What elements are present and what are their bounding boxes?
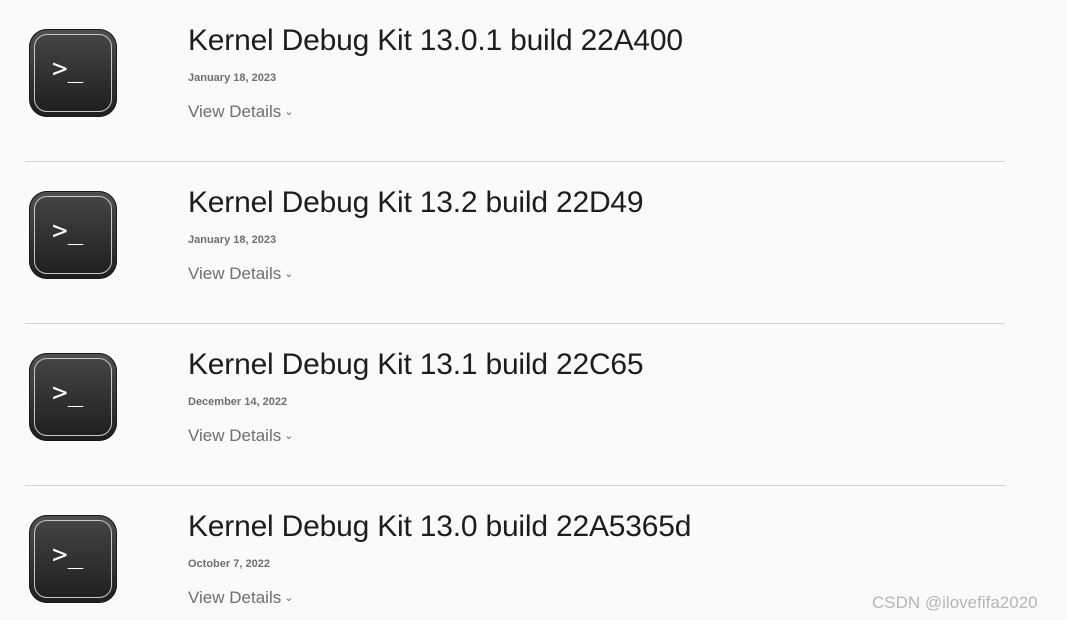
item-date: January 18, 2023 bbox=[188, 72, 277, 84]
chevron-down-icon: ⌄ bbox=[284, 268, 294, 280]
terminal-prompt-glyph: >_ bbox=[52, 216, 84, 246]
view-details-button[interactable]: View Details ⌄ bbox=[188, 588, 293, 608]
view-details-button[interactable]: View Details ⌄ bbox=[188, 264, 293, 284]
chevron-down-icon: ⌄ bbox=[284, 106, 294, 118]
terminal-icon-frame: >_ bbox=[34, 196, 112, 274]
terminal-prompt-glyph: >_ bbox=[52, 540, 84, 570]
item-date: December 14, 2022 bbox=[188, 396, 288, 408]
terminal-prompt-glyph: >_ bbox=[52, 378, 84, 408]
terminal-prompt-glyph: >_ bbox=[52, 54, 84, 84]
view-details-label: View Details bbox=[188, 264, 282, 283]
item-date: October 7, 2022 bbox=[188, 558, 270, 570]
terminal-icon: >_ bbox=[29, 191, 117, 279]
view-details-label: View Details bbox=[188, 588, 282, 607]
item-title[interactable]: Kernel Debug Kit 13.0 build 22A5365d bbox=[188, 510, 691, 544]
chevron-down-icon: ⌄ bbox=[284, 430, 294, 442]
view-details-label: View Details bbox=[188, 102, 282, 121]
list-item: >_ Kernel Debug Kit 13.1 build 22C65 Dec… bbox=[0, 324, 1067, 486]
item-title[interactable]: Kernel Debug Kit 13.1 build 22C65 bbox=[188, 348, 644, 382]
list-item: >_ Kernel Debug Kit 13.0.1 build 22A400 … bbox=[0, 0, 1067, 162]
chevron-down-icon: ⌄ bbox=[284, 592, 294, 604]
terminal-icon-frame: >_ bbox=[34, 520, 112, 598]
terminal-icon-frame: >_ bbox=[34, 34, 112, 112]
downloads-list: >_ Kernel Debug Kit 13.0.1 build 22A400 … bbox=[0, 0, 1067, 620]
view-details-label: View Details bbox=[188, 426, 282, 445]
item-title[interactable]: Kernel Debug Kit 13.2 build 22D49 bbox=[188, 186, 644, 220]
item-date: January 18, 2023 bbox=[188, 234, 277, 246]
terminal-icon: >_ bbox=[29, 515, 117, 603]
list-item: >_ Kernel Debug Kit 13.2 build 22D49 Jan… bbox=[0, 162, 1067, 324]
watermark: CSDN @ilovefifa2020 bbox=[872, 593, 1038, 612]
terminal-icon-frame: >_ bbox=[34, 358, 112, 436]
terminal-icon: >_ bbox=[29, 353, 117, 441]
view-details-button[interactable]: View Details ⌄ bbox=[188, 102, 293, 122]
view-details-button[interactable]: View Details ⌄ bbox=[188, 426, 293, 446]
item-title[interactable]: Kernel Debug Kit 13.0.1 build 22A400 bbox=[188, 24, 683, 58]
terminal-icon: >_ bbox=[29, 29, 117, 117]
